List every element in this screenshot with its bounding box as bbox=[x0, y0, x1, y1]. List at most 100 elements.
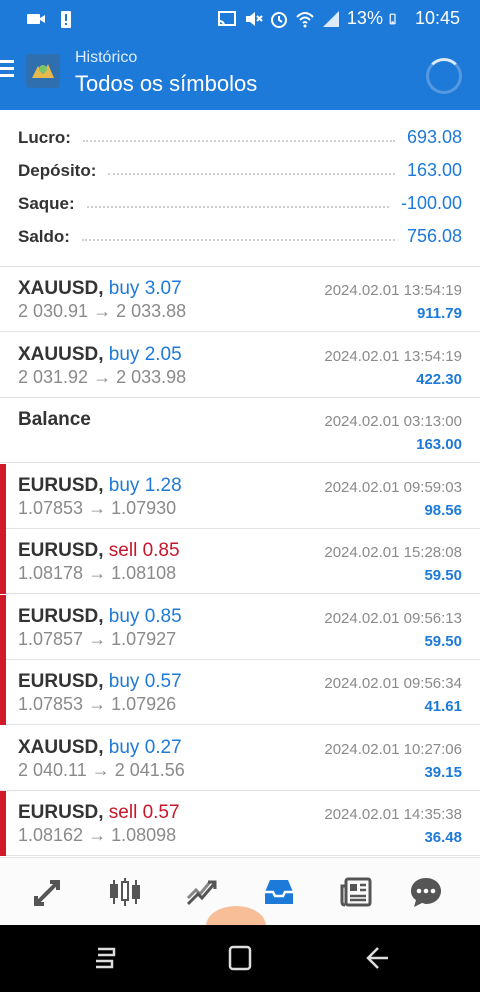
trade-trend-icon bbox=[186, 880, 217, 906]
bottom-navigation bbox=[0, 857, 480, 946]
mute-icon bbox=[245, 11, 263, 26]
history-summary: Lucro: 693.08 Depósito: 163.00 Saque: -1… bbox=[0, 110, 480, 267]
dotted-leader bbox=[86, 205, 389, 208]
summary-row-deposit: Depósito: 163.00 bbox=[18, 154, 462, 187]
menu-icon[interactable] bbox=[0, 60, 14, 78]
cast-icon bbox=[217, 10, 236, 26]
quotes-icon bbox=[34, 880, 60, 906]
deal-profit: 422.30 bbox=[416, 370, 462, 388]
deal-symbol-line: EURUSD, buy 0.85 bbox=[18, 606, 182, 628]
deal-operation: buy 3.07 bbox=[108, 278, 182, 299]
deal-profit: 39.15 bbox=[424, 763, 462, 781]
news-icon bbox=[340, 877, 372, 907]
deal-profit: 163.00 bbox=[416, 436, 462, 453]
deal-profit: 41.61 bbox=[424, 698, 462, 715]
deal-operation: sell 0.57 bbox=[108, 802, 180, 823]
deal-symbol: EURUSD, bbox=[18, 605, 104, 627]
clock-time: 10:45 bbox=[414, 8, 460, 28]
deal-symbol: EURUSD, bbox=[18, 474, 104, 496]
deal-marker bbox=[0, 594, 6, 660]
deal-row[interactable]: Balance 2024.02.01 03:13:00 163.00 bbox=[0, 398, 480, 463]
nav-chat[interactable] bbox=[406, 872, 446, 912]
deal-time: 2024.02.01 09:59:03 bbox=[324, 478, 462, 496]
deal-profit: 36.48 bbox=[424, 829, 462, 846]
header-subtitle: Histórico bbox=[75, 49, 138, 66]
deal-symbol: EURUSD, bbox=[18, 671, 104, 692]
deal-profit: 59.50 bbox=[424, 632, 462, 650]
deal-row[interactable]: EURUSD, buy 0.57 1.07853 → 1.07926 2024.02… bbox=[0, 660, 480, 725]
history-inbox-icon bbox=[265, 880, 293, 904]
recent-apps-icon[interactable] bbox=[88, 943, 122, 973]
deal-prices: 2 030.91 → 2 033.88 bbox=[18, 301, 187, 321]
summary-row-withdrawal: Saque: -100.00 bbox=[18, 187, 462, 220]
deal-symbol-line: Balance bbox=[18, 409, 91, 431]
loading-spinner-icon bbox=[426, 58, 462, 94]
summary-row-profit: Lucro: 693.08 bbox=[18, 121, 462, 154]
deal-marker bbox=[0, 529, 6, 594]
deal-symbol: XAUUSD, bbox=[18, 278, 104, 299]
deal-symbol-line: EURUSD, buy 0.57 bbox=[18, 671, 182, 693]
deal-profit: 98.56 bbox=[424, 501, 462, 519]
deal-row[interactable]: EURUSD, sell 0.57 1.08162 → 1.08098 2024.0… bbox=[0, 791, 480, 856]
nav-history[interactable] bbox=[259, 872, 299, 912]
deal-time: 2024.02.01 09:56:34 bbox=[324, 675, 462, 692]
deal-row[interactable]: EURUSD, buy 0.85 1.07857 → 1.07927 2024.02… bbox=[0, 594, 480, 660]
deal-time: 2024.02.01 09:56:13 bbox=[324, 609, 462, 627]
app-bar: Histórico Todos os símbolos bbox=[0, 38, 480, 110]
deal-marker bbox=[0, 463, 6, 529]
deal-marker bbox=[0, 660, 6, 725]
deal-list: XAUUSD, buy 3.07 2 030.91 → 2 033.88 2024.… bbox=[0, 267, 480, 857]
deal-row[interactable]: EURUSD, buy 1.28 1.07853 → 1.07930 2024.02… bbox=[0, 463, 480, 529]
deal-time: 2024.02.01 13:54:19 bbox=[324, 282, 462, 299]
summary-label: Saldo: bbox=[18, 226, 70, 246]
deal-symbol-line: XAUUSD, buy 3.07 bbox=[18, 278, 182, 300]
nav-chart[interactable] bbox=[105, 872, 145, 912]
metatrader-logo bbox=[26, 54, 60, 88]
deal-operation: buy 1.28 bbox=[108, 474, 182, 496]
candlestick-chart-icon bbox=[110, 878, 140, 906]
deal-prices: 1.08178 → 1.08108 bbox=[18, 563, 177, 583]
wifi-icon bbox=[296, 11, 314, 27]
deal-symbol: EURUSD, bbox=[18, 540, 104, 561]
deal-symbol-line: EURUSD, buy 1.28 bbox=[18, 475, 182, 497]
status-bar: 13% 10:45 bbox=[0, 0, 480, 38]
deal-prices: 2 031.92 → 2 033.98 bbox=[18, 366, 187, 387]
deal-row[interactable]: EURUSD, sell 0.85 1.08178 → 1.08108 2024.0… bbox=[0, 529, 480, 594]
nav-trade[interactable] bbox=[182, 872, 222, 912]
deal-operation: buy 0.27 bbox=[108, 736, 182, 758]
home-icon[interactable] bbox=[223, 943, 257, 973]
deal-profit: 911.79 bbox=[416, 305, 462, 322]
deal-time: 2024.02.01 15:28:08 bbox=[324, 544, 462, 561]
deal-symbol-line: XAUUSD, buy 2.05 bbox=[18, 344, 182, 366]
nav-news[interactable] bbox=[336, 872, 376, 912]
battery-icon bbox=[389, 13, 396, 24]
nav-quotes[interactable] bbox=[28, 872, 68, 912]
deal-prices: 1.07857 → 1.07927 bbox=[18, 628, 177, 649]
battery-percent: 13% bbox=[346, 8, 383, 28]
deal-time: 2024.02.01 03:13:00 bbox=[324, 413, 462, 430]
back-icon[interactable] bbox=[358, 943, 392, 973]
deal-row[interactable]: XAUUSD, buy 0.27 2 040.11 → 2 041.56 2024.… bbox=[0, 726, 480, 791]
deal-symbol-line: EURUSD, sell 0.85 bbox=[18, 540, 180, 562]
header-title[interactable]: Todos os símbolos bbox=[75, 71, 257, 97]
deal-time: 2024.02.01 14:35:38 bbox=[324, 806, 462, 823]
summary-label: Saque: bbox=[18, 193, 75, 213]
summary-row-balance: Saldo: 756.08 bbox=[18, 220, 462, 253]
deal-symbol: EURUSD, bbox=[18, 802, 104, 823]
dotted-leader bbox=[82, 139, 395, 142]
deal-row[interactable]: XAUUSD, buy 3.07 2 030.91 → 2 033.88 2024.… bbox=[0, 267, 480, 332]
summary-value: 163.00 bbox=[406, 160, 462, 180]
alarm-icon bbox=[270, 11, 287, 28]
deal-prices: 1.08162 → 1.08098 bbox=[18, 825, 177, 845]
dotted-leader bbox=[81, 238, 395, 241]
signal-icon bbox=[322, 10, 339, 27]
deal-operation: buy 2.05 bbox=[108, 343, 182, 365]
deal-row[interactable]: XAUUSD, buy 2.05 2 031.92 → 2 033.98 2024.… bbox=[0, 333, 480, 398]
deal-marker bbox=[0, 791, 6, 856]
deal-time: 2024.02.01 13:54:19 bbox=[324, 347, 462, 365]
summary-value: 756.08 bbox=[406, 226, 462, 246]
deal-prices: 2 040.11 → 2 041.56 bbox=[18, 759, 185, 780]
chat-icon bbox=[411, 878, 441, 907]
deal-profit: 59.50 bbox=[424, 567, 462, 584]
deal-symbol: Balance bbox=[18, 409, 91, 430]
